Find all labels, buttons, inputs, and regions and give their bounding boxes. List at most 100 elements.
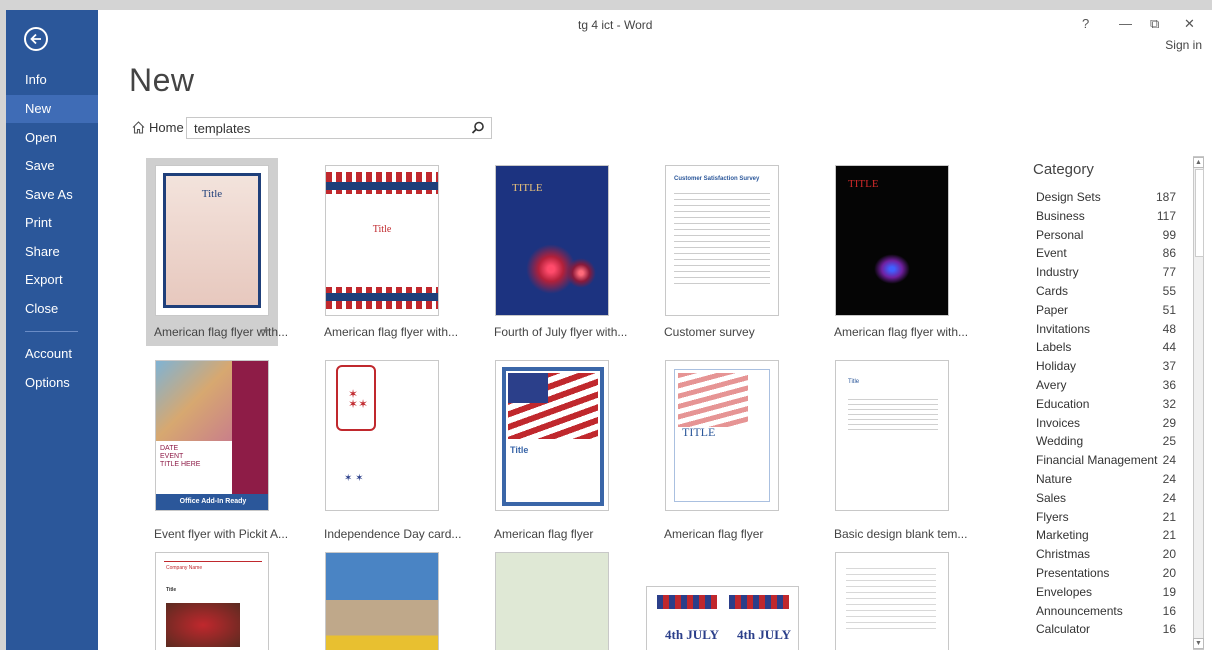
template-tile[interactable]: Title American flag flyer — [486, 353, 618, 541]
scroll-down-button[interactable]: ▼ — [1193, 638, 1204, 649]
category-item[interactable]: Industry 77 — [1036, 265, 1176, 279]
document-title: tg 4 ict - Word — [578, 18, 653, 32]
category-item[interactable]: Invoices 29 — [1036, 416, 1176, 430]
category-count: 44 — [1162, 340, 1176, 355]
category-item[interactable]: Wedding 25 — [1036, 434, 1176, 448]
nav-account[interactable]: Account — [6, 340, 98, 368]
template-label: American flag flyer — [494, 527, 594, 541]
category-item[interactable]: Invitations 48 — [1036, 322, 1176, 336]
category-item[interactable]: Cards 55 — [1036, 284, 1176, 298]
category-item[interactable]: Education 32 — [1036, 397, 1176, 411]
category-count: 21 — [1162, 509, 1176, 524]
category-count: 36 — [1162, 378, 1176, 392]
scroll-up-button[interactable]: ▲ — [1193, 157, 1204, 168]
template-tile[interactable]: 4th JULY 4th JULY — [646, 586, 801, 650]
template-tile[interactable] — [316, 545, 448, 650]
template-thumbnail: Title — [835, 360, 949, 511]
template-label: Fourth of July flyer with... — [494, 325, 628, 339]
template-search-input[interactable]: templates — [186, 117, 492, 139]
template-tile[interactable]: Title Basic design blank tem... — [826, 353, 967, 541]
home-icon — [132, 121, 145, 134]
category-item[interactable]: Christmas 20 — [1036, 547, 1176, 561]
template-tile[interactable]: Customer Satisfaction Survey Customer su… — [656, 158, 788, 346]
category-item[interactable]: Sales 24 — [1036, 491, 1176, 505]
home-link[interactable]: Home — [132, 120, 184, 135]
restore-button[interactable]: ⧉ — [1150, 16, 1159, 32]
category-item[interactable]: Nature 24 — [1036, 472, 1176, 486]
template-tile[interactable]: Company Name Title — [146, 545, 278, 650]
nav-export[interactable]: Export — [6, 266, 98, 294]
category-name: Calculator — [1036, 622, 1091, 637]
template-tile[interactable]: ✶ ✶✶ ✶ ✶ Independence Day card... — [316, 353, 461, 541]
category-header: Category — [1033, 161, 1094, 178]
template-tile[interactable] — [486, 545, 618, 650]
minimize-button[interactable]: — — [1119, 16, 1132, 31]
nav-save-as[interactable]: Save As — [6, 181, 98, 209]
template-label: Event flyer with Pickit A... — [154, 527, 289, 541]
category-name: Christmas — [1036, 547, 1091, 562]
category-item[interactable]: Presentations 20 — [1036, 566, 1176, 580]
nav-print[interactable]: Print — [6, 209, 98, 237]
thumb-title: TITLE — [682, 425, 716, 439]
close-button[interactable]: ✕ — [1184, 16, 1195, 32]
template-thumbnail: DATE EVENT TITLE HERE Office Add-In Ready — [155, 360, 269, 511]
category-count: 24 — [1162, 472, 1176, 486]
thumb-company: Company Name — [166, 565, 203, 571]
sign-in-link[interactable]: Sign in — [1165, 38, 1202, 52]
back-arrow-icon — [30, 33, 41, 45]
category-item[interactable]: Calculator 16 — [1036, 622, 1176, 636]
category-item[interactable]: Holiday 37 — [1036, 359, 1176, 373]
category-name: Business — [1036, 208, 1085, 223]
category-item[interactable]: Financial Management 24 — [1036, 453, 1176, 467]
category-item[interactable]: Announcements 16 — [1036, 604, 1176, 618]
category-count: 24 — [1162, 453, 1176, 468]
back-button[interactable] — [24, 27, 48, 51]
nav-close[interactable]: Close — [6, 295, 98, 323]
category-item[interactable]: Avery 36 — [1036, 378, 1176, 392]
template-tile[interactable] — [826, 545, 958, 650]
category-name: Marketing — [1036, 528, 1089, 543]
nav-new[interactable]: New — [6, 95, 98, 123]
category-name: Financial Management — [1036, 453, 1158, 468]
category-item[interactable]: Paper 51 — [1036, 303, 1176, 317]
category-name: Invoices — [1036, 415, 1081, 430]
home-label: Home — [149, 120, 184, 135]
category-count: 20 — [1162, 566, 1176, 580]
template-thumbnail: Title — [155, 165, 269, 316]
category-item[interactable]: Marketing 21 — [1036, 528, 1176, 542]
category-item[interactable]: Labels 44 — [1036, 340, 1176, 354]
template-thumbnail: Customer Satisfaction Survey — [665, 165, 779, 316]
thumb-title: Title — [201, 188, 223, 200]
template-label: Basic design blank tem... — [834, 527, 968, 541]
nav-save[interactable]: Save — [6, 152, 98, 180]
template-thumbnail: TITLE — [835, 165, 949, 316]
category-panel: Category Design Sets 187 Business 117 Person… — [1014, 156, 1204, 650]
nav-options[interactable]: Options — [6, 369, 98, 397]
help-button[interactable]: ? — [1082, 16, 1089, 31]
scroll-thumb[interactable] — [1195, 169, 1204, 257]
template-tile[interactable]: TITLE American flag flyer — [656, 353, 788, 541]
template-tile[interactable]: TITLE Fourth of July flyer with... — [486, 158, 627, 346]
template-tile[interactable]: Title American flag flyer with... — [146, 158, 288, 346]
template-tile[interactable]: DATE EVENT TITLE HERE Office Add-In Ready … — [146, 353, 288, 541]
template-thumbnail: Title — [495, 360, 609, 511]
category-item[interactable]: Business 117 — [1036, 209, 1176, 223]
category-count: 24 — [1162, 490, 1176, 505]
category-scrollbar[interactable]: ▲ ▼ — [1193, 156, 1204, 650]
nav-open[interactable]: Open — [6, 124, 98, 152]
template-label: American flag flyer — [664, 527, 764, 541]
template-thumbnail: 4th JULY 4th JULY — [646, 586, 799, 650]
nav-share[interactable]: Share — [6, 238, 98, 266]
category-item[interactable]: Flyers 21 — [1036, 510, 1176, 524]
pin-icon[interactable] — [260, 325, 270, 335]
category-item[interactable]: Design Sets 187 — [1036, 190, 1176, 204]
category-item[interactable]: Event 86 — [1036, 246, 1176, 260]
category-item[interactable]: Envelopes 19 — [1036, 585, 1176, 599]
category-count: 16 — [1162, 603, 1176, 618]
category-item[interactable]: Personal 99 — [1036, 228, 1176, 242]
template-label: Customer survey — [664, 325, 755, 339]
template-tile[interactable]: Title American flag flyer with... — [316, 158, 458, 346]
search-icon[interactable] — [471, 121, 485, 135]
nav-info[interactable]: Info — [6, 66, 98, 94]
template-tile[interactable]: TITLE American flag flyer with... — [826, 158, 968, 346]
